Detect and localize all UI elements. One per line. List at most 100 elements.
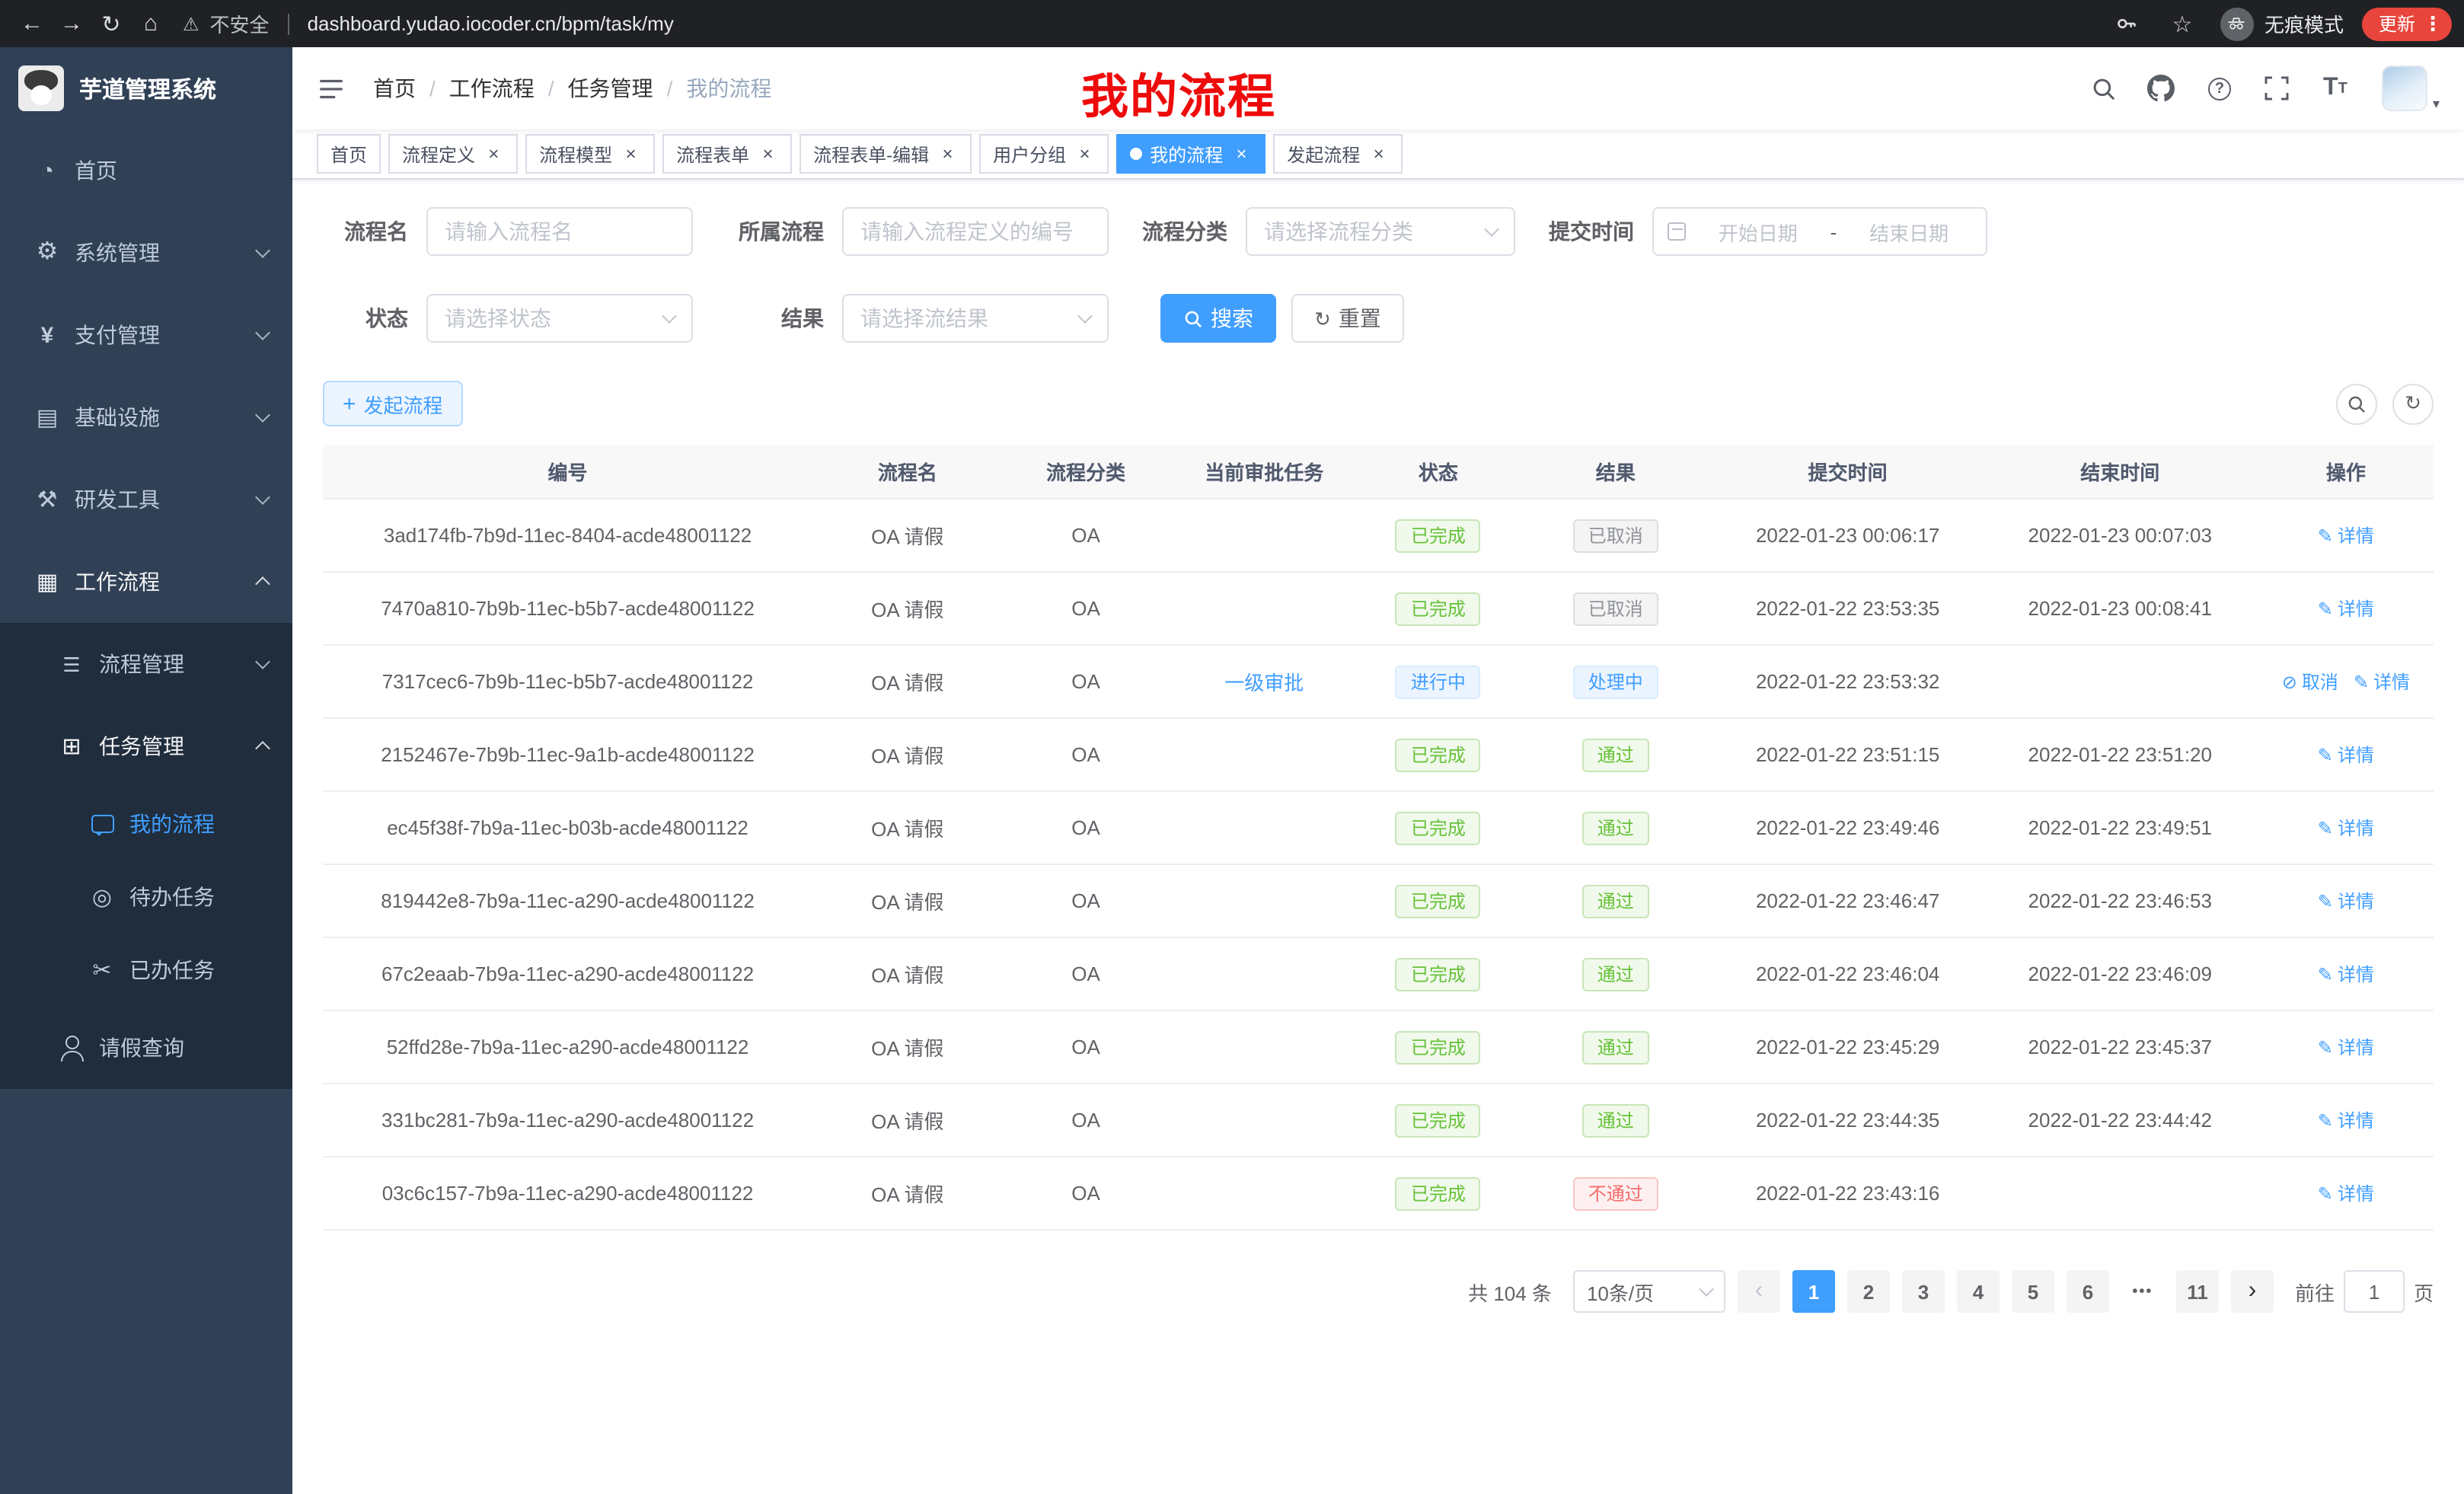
detail-button[interactable]: 详情 <box>2354 669 2410 694</box>
sidebar-menu-item[interactable]: 流程管理 <box>0 623 292 705</box>
result-tag: 通过 <box>1582 811 1649 844</box>
tags-view: 首页 × 流程定义 × 流程模型 × 流程表单 × 流程表单-编辑 × 用户分组 <box>292 129 2464 180</box>
menu-item-label: 系统管理 <box>75 238 244 268</box>
refresh-table-icon[interactable] <box>2392 383 2434 424</box>
page-button[interactable]: 3 <box>1902 1270 1945 1313</box>
status-tag: 已完成 <box>1396 1103 1481 1137</box>
date-range-picker[interactable]: 开始日期 - 结束日期 <box>1652 207 1987 256</box>
detail-button[interactable]: 详情 <box>2318 522 2374 548</box>
tab-close-icon[interactable]: × <box>483 143 504 164</box>
show-search-icon[interactable] <box>2336 383 2377 424</box>
tab-close-icon[interactable]: × <box>937 143 958 164</box>
status-select[interactable]: 请选择状态 <box>426 294 693 343</box>
sidebar-menu-item[interactable]: 基础设施 <box>0 376 292 458</box>
tab-close-icon[interactable]: × <box>1368 143 1389 164</box>
user-menu[interactable]: ▾ <box>2383 65 2440 112</box>
result-tag: 已取消 <box>1573 592 1658 625</box>
edit-icon <box>2318 525 2333 546</box>
breadcrumb-home[interactable]: 首页 <box>373 73 416 104</box>
address-bar[interactable]: 不安全 dashboard.yudao.iocoder.cn/bpm/task/… <box>183 9 2108 38</box>
sidebar-menu-item[interactable]: 首页 <box>0 129 292 212</box>
menu-dots-icon[interactable] <box>2423 11 2443 36</box>
page-button[interactable]: 4 <box>1957 1270 2000 1313</box>
key-icon[interactable] <box>2108 4 2147 43</box>
tab[interactable]: 首页 × <box>317 134 381 174</box>
detail-button[interactable]: 详情 <box>2318 1034 2374 1060</box>
page-size-select[interactable]: 10条/页 <box>1573 1270 1725 1313</box>
process-def-input[interactable] <box>842 207 1109 256</box>
fullscreen-icon[interactable] <box>2261 72 2294 105</box>
tab-close-icon[interactable]: × <box>620 143 641 164</box>
detail-button[interactable]: 详情 <box>2318 815 2374 841</box>
chevron-icon <box>255 576 270 592</box>
github-icon[interactable] <box>2145 72 2178 105</box>
sidebar-menu-item[interactable]: 待办任务 <box>0 860 292 934</box>
breadcrumb-separator: / <box>429 76 436 101</box>
hamburger-icon[interactable] <box>317 74 346 103</box>
update-label: 更新 <box>2379 11 2415 37</box>
detail-button[interactable]: 详情 <box>2318 1107 2374 1133</box>
detail-button[interactable]: 详情 <box>2318 742 2374 768</box>
home-icon[interactable]: ⌂ <box>131 4 171 43</box>
table-header: 编号 流程名 流程分类 当前审批任务 状态 结果 提交时间 结束时间 操作 <box>323 445 2434 500</box>
update-button[interactable]: 更新 <box>2362 7 2452 40</box>
avatar[interactable] <box>2383 65 2428 110</box>
current-task-link[interactable]: 一级审批 <box>1224 667 1304 696</box>
dashboard-icon <box>34 159 61 182</box>
page-button[interactable]: 5 <box>2012 1270 2054 1313</box>
forward-icon[interactable]: → <box>52 4 91 43</box>
search-button[interactable]: 搜索 <box>1160 294 1276 343</box>
detail-button[interactable]: 详情 <box>2318 961 2374 987</box>
tab[interactable]: 流程表单-编辑 × <box>800 134 972 174</box>
page-button[interactable]: 2 <box>1847 1270 1890 1313</box>
page-button[interactable]: 11 <box>2176 1270 2219 1313</box>
page-button[interactable]: ••• <box>2121 1270 2164 1313</box>
category-select[interactable]: 请选择流程分类 <box>1246 207 1515 256</box>
detail-button[interactable]: 详情 <box>2318 888 2374 914</box>
tab[interactable]: 流程模型 × <box>525 134 655 174</box>
sidebar-menu-item[interactable]: 已办任务 <box>0 934 292 1007</box>
tab-close-icon[interactable]: × <box>757 143 778 164</box>
result-select[interactable]: 请选择流结果 <box>842 294 1109 343</box>
sidebar-menu-item[interactable]: 我的流程 <box>0 787 292 860</box>
tab[interactable]: 我的流程 × <box>1116 134 1266 174</box>
sidebar-menu-item[interactable]: 工作流程 <box>0 541 292 623</box>
sidebar-menu-item[interactable]: 任务管理 <box>0 705 292 787</box>
sidebar-logo[interactable]: 芋道管理系统 <box>0 47 292 129</box>
detail-button[interactable]: 详情 <box>2318 1180 2374 1206</box>
sidebar-menu-item[interactable]: 请假查询 <box>0 1007 292 1089</box>
search-icon[interactable] <box>2087 72 2121 105</box>
caret-down-icon: ▾ <box>2433 95 2440 112</box>
tab[interactable]: 流程定义 × <box>388 134 518 174</box>
tab[interactable]: 发起流程 × <box>1273 134 1403 174</box>
prev-page-button[interactable] <box>1738 1270 1780 1313</box>
edit-icon <box>2318 1036 2333 1058</box>
cell-id: 3ad174fb-7b9d-11ec-8404-acde48001122 <box>323 500 812 571</box>
reset-button[interactable]: 重置 <box>1291 294 1404 343</box>
cell-actions: 详情 <box>2258 938 2434 1010</box>
create-process-button[interactable]: 发起流程 <box>323 381 463 426</box>
tab[interactable]: 流程表单 × <box>662 134 792 174</box>
chevron-down-icon <box>662 308 677 323</box>
sidebar-menu-item[interactable]: 研发工具 <box>0 458 292 541</box>
page-button[interactable]: 6 <box>2067 1270 2109 1313</box>
tab-close-icon[interactable]: × <box>1230 143 1252 164</box>
tab-close-icon[interactable]: × <box>1074 143 1095 164</box>
cancel-button[interactable]: 取消 <box>2282 669 2338 694</box>
tab[interactable]: 用户分组 × <box>979 134 1109 174</box>
back-icon[interactable]: ← <box>12 4 52 43</box>
help-icon[interactable] <box>2203 72 2236 105</box>
bookmark-star-icon[interactable]: ☆ <box>2162 4 2202 43</box>
page-button[interactable]: 1 <box>1792 1270 1835 1313</box>
font-size-icon[interactable] <box>2319 72 2352 105</box>
sidebar-menu-item[interactable]: 系统管理 <box>0 212 292 294</box>
goto-page-input[interactable] <box>2344 1270 2405 1313</box>
detail-button[interactable]: 详情 <box>2318 595 2374 621</box>
reload-icon[interactable]: ↻ <box>91 4 131 43</box>
cell-submit-time: 2022-01-22 23:51:15 <box>1714 719 1982 790</box>
sidebar-menu-item[interactable]: 支付管理 <box>0 294 292 376</box>
process-name-input[interactable] <box>426 207 693 256</box>
cell-end-time <box>1982 646 2258 717</box>
menu-item-label: 任务管理 <box>99 731 244 761</box>
next-page-button[interactable] <box>2231 1270 2274 1313</box>
